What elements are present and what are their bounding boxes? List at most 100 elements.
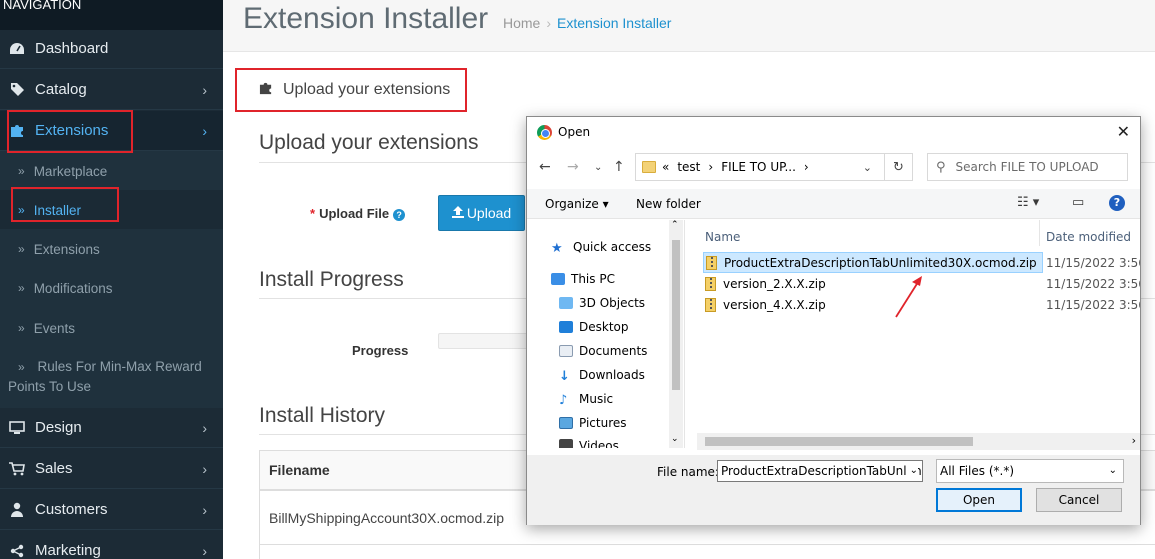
file-row-selected[interactable]: ProductExtraDescriptionTabUnlimited30X.o…: [703, 252, 1043, 273]
file-name: ProductExtraDescriptionTabUnlimited30X.o…: [724, 255, 1037, 270]
scroll-right-icon[interactable]: ›: [1132, 434, 1136, 447]
chevron-right-icon: ›: [202, 122, 207, 139]
sort-indicator-icon: ˄: [864, 220, 869, 227]
document-icon: [559, 345, 573, 357]
nav-label: Music: [579, 392, 614, 406]
scroll-up-icon[interactable]: ⌃: [671, 220, 679, 230]
new-folder-button[interactable]: New folder: [636, 197, 701, 211]
cancel-button[interactable]: Cancel: [1036, 488, 1122, 512]
breadcrumb: Home › Extension Installer: [503, 15, 671, 31]
upload-button[interactable]: Upload: [438, 195, 525, 231]
sidebar-item-customers[interactable]: Customers ›: [0, 490, 223, 530]
breadcrumb-current[interactable]: Extension Installer: [557, 15, 671, 31]
view-options-icon[interactable]: ☷ ▾: [1017, 195, 1039, 210]
sidebar-item-label: Sales: [35, 460, 73, 477]
path-separator: ›: [708, 160, 714, 174]
close-icon[interactable]: ✕: [1117, 122, 1130, 141]
nav-header-label: NAVIGATION: [3, 0, 82, 12]
back-arrow-icon[interactable]: ←: [539, 159, 551, 175]
sidebar-item-sales[interactable]: Sales ›: [0, 449, 223, 489]
dashboard-icon: [8, 42, 26, 56]
nav-downloads[interactable]: ↓ Downloads: [559, 368, 645, 384]
file-date: 11/15/2022 3:56 PM: [1046, 277, 1140, 291]
video-icon: [559, 439, 573, 448]
nav-scrollbar[interactable]: ⌃ ⌄: [669, 220, 683, 448]
file-row[interactable]: version_2.X.X.zip: [703, 273, 1043, 294]
sidebar-subitem-label: Marketplace: [33, 163, 108, 179]
zip-icon: [705, 297, 716, 312]
sidebar-subitem-events[interactable]: » Events: [0, 308, 223, 348]
sidebar-subitem-installer[interactable]: » Installer: [0, 190, 223, 230]
sidebar-item-catalog[interactable]: Catalog ›: [0, 70, 223, 110]
sidebar-subitem-label: Installer: [33, 202, 81, 218]
folder-icon: [642, 161, 656, 173]
path-segment-folder[interactable]: FILE TO UP...: [721, 160, 796, 174]
chevron-down-icon[interactable]: ⌄: [594, 162, 602, 173]
scroll-down-icon[interactable]: ⌄: [671, 434, 679, 444]
sidebar-subitem-extensions[interactable]: » Extensions: [0, 229, 223, 269]
help-icon[interactable]: ?: [393, 208, 406, 221]
preview-pane-icon[interactable]: ▭: [1072, 195, 1084, 210]
sidebar-item-marketing[interactable]: Marketing ›: [0, 531, 223, 559]
organize-button[interactable]: Organize ▾: [545, 197, 609, 211]
page-title: Extension Installer: [243, 2, 489, 35]
column-header-date[interactable]: Date modified: [1046, 230, 1131, 244]
search-input[interactable]: ⚲ Search FILE TO UPLOAD: [927, 153, 1128, 181]
nav-documents[interactable]: Documents: [559, 344, 647, 358]
chevron-down-icon[interactable]: ⌄: [906, 461, 918, 481]
sidebar-item-extensions[interactable]: Extensions ›: [0, 111, 223, 151]
forward-arrow-icon[interactable]: →: [567, 159, 579, 175]
double-chevron-icon: »: [18, 164, 25, 178]
zip-icon: [706, 255, 717, 270]
path-segment-test[interactable]: test: [677, 160, 700, 174]
file-name-input[interactable]: ProductExtraDescriptionTabUnlimited30X.o…: [717, 460, 923, 482]
chrome-icon: [537, 124, 552, 140]
path-separator: ›: [803, 160, 809, 174]
column-separator: [1039, 220, 1040, 246]
file-row[interactable]: version_4.X.X.zip: [703, 294, 1043, 315]
organize-label: Organize: [545, 197, 599, 211]
sidebar-item-label: Extensions: [35, 122, 109, 139]
breadcrumb-home[interactable]: Home: [503, 15, 540, 31]
refresh-icon[interactable]: ↻: [884, 154, 912, 180]
tag-icon: [8, 82, 26, 97]
sidebar-subitem-reward-rules[interactable]: » Rules For Min-Max Reward Points To Use: [0, 347, 223, 408]
nav-music[interactable]: ♪ Music: [559, 392, 614, 408]
user-icon: [8, 502, 26, 517]
open-button[interactable]: Open: [936, 488, 1022, 512]
nav-videos[interactable]: Videos: [559, 439, 619, 448]
column-header-name[interactable]: Name: [705, 230, 740, 244]
nav-header: NAVIGATION: [0, 0, 223, 30]
scrollbar-thumb[interactable]: [672, 240, 680, 390]
sidebar-subitem-label: Modifications: [33, 280, 113, 296]
sidebar-item-label: Dashboard: [35, 40, 109, 57]
search-icon: ⚲: [936, 159, 946, 175]
star-icon: ★: [551, 241, 563, 256]
sidebar-item-design[interactable]: Design ›: [0, 408, 223, 448]
scrollbar-thumb[interactable]: [705, 437, 973, 446]
help-icon[interactable]: ?: [1109, 195, 1125, 211]
sidebar-subitem-marketplace[interactable]: » Marketplace: [0, 151, 223, 191]
file-type-select[interactable]: All Files (*.*) ⌄: [936, 459, 1124, 483]
desktop-icon: [559, 321, 573, 333]
nav-3d-objects[interactable]: 3D Objects: [559, 296, 645, 310]
sidebar-item-label: Catalog: [35, 81, 87, 98]
sidebar-subitem-label: Rules For Min-Max Reward Points To Use: [8, 359, 202, 394]
sidebar-item-label: Customers: [35, 501, 108, 518]
double-chevron-icon: »: [18, 360, 25, 374]
nav-desktop[interactable]: Desktop: [559, 320, 629, 334]
sidebar-subitem-modifications[interactable]: » Modifications: [0, 268, 223, 308]
chevron-down-icon[interactable]: ⌄: [863, 161, 872, 174]
nav-this-pc[interactable]: This PC: [551, 272, 615, 286]
address-bar[interactable]: « test › FILE TO UP... › ⌄ ↻: [635, 153, 913, 181]
sidebar-item-dashboard[interactable]: Dashboard: [0, 29, 223, 69]
nav-pictures[interactable]: Pictures: [559, 416, 627, 430]
up-arrow-icon[interactable]: ↑: [613, 159, 625, 175]
zip-icon: [705, 276, 716, 291]
cube-icon: [559, 297, 573, 309]
nav-label: Videos: [579, 439, 619, 448]
file-list: ˄ Name Date modified ProductExtraDescrip…: [697, 220, 1140, 450]
nav-quick-access[interactable]: ★ Quick access: [551, 240, 651, 256]
file-list-hscrollbar[interactable]: ›: [697, 433, 1140, 450]
search-placeholder: Search FILE TO UPLOAD: [955, 160, 1099, 174]
